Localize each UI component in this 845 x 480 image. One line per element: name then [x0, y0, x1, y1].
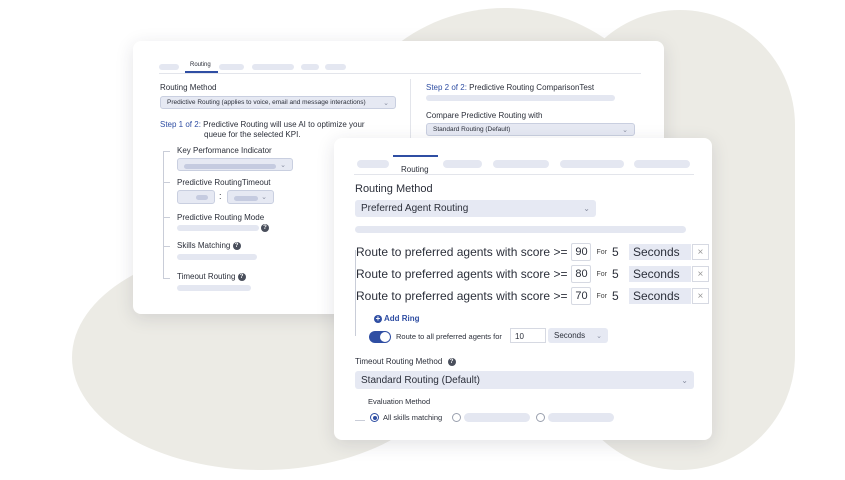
timeout-separator: : [219, 191, 222, 201]
step2-placeholder [426, 95, 615, 101]
timeout-method-label: Timeout Routing Method ? [355, 357, 456, 366]
tab-placeholder-5[interactable] [634, 160, 690, 168]
tab-routing[interactable]: Routing [401, 165, 429, 174]
add-ring-button[interactable]: + Add Ring [374, 314, 419, 323]
routing-method-label: Routing Method [355, 183, 433, 195]
ring-for-label: For [596, 292, 607, 300]
route-all-label: Route to all preferred agents for [396, 332, 502, 341]
routing-method-label: Routing Method [160, 83, 217, 92]
routing-method-select[interactable]: Preferred Agent Routing ⌄ [355, 200, 596, 217]
ring-score-input[interactable]: 80 [571, 265, 592, 283]
route-all-toggle[interactable] [369, 331, 391, 343]
eval-option-2-placeholder [464, 413, 530, 422]
close-icon[interactable]: × [691, 288, 709, 304]
question-icon[interactable]: ? [261, 224, 269, 232]
tab-placeholder-1[interactable] [159, 64, 179, 70]
ring-unit-select[interactable]: Seconds [628, 244, 691, 260]
mode-label: Predictive Routing Mode [177, 213, 265, 222]
step1-line2: queue for the selected KPI. [204, 130, 301, 139]
step1-text: Step 1 of 2: Predictive Routing will use… [160, 120, 365, 130]
ring-score-input[interactable]: 90 [571, 243, 592, 261]
columns-divider [410, 79, 411, 139]
preferred-agent-routing-card: Routing Routing Method Preferred Agent R… [334, 138, 712, 440]
skills-label: Skills Matching ? [177, 241, 241, 250]
routing-description-placeholder [355, 226, 686, 233]
tab-routing[interactable]: Routing [190, 62, 211, 68]
routing-method-value: Predictive Routing (applies to voice, em… [167, 99, 366, 106]
tabs-divider [159, 73, 641, 74]
mode-select[interactable] [177, 225, 259, 231]
ring-row: Route to preferred agents with score >= … [356, 287, 709, 305]
tab-placeholder-2[interactable] [443, 160, 482, 168]
ring-label: Route to preferred agents with score >= [356, 289, 568, 303]
ring-label: Route to preferred agents with score >= [356, 267, 568, 281]
tab-placeholder-4[interactable] [560, 160, 624, 168]
ring-for-label: For [596, 248, 607, 256]
chevron-down-icon: ⌄ [681, 375, 688, 385]
ring-for-label: For [596, 270, 607, 278]
tab-active-indicator [393, 155, 438, 157]
compare-value: Standard Routing (Default) [433, 126, 511, 133]
chevron-down-icon: ⌄ [280, 161, 286, 169]
timeout-hours-input[interactable] [177, 190, 215, 204]
ring-row: Route to preferred agents with score >= … [356, 265, 709, 283]
ring-unit-select[interactable]: Seconds [628, 288, 691, 304]
question-icon[interactable]: ? [447, 357, 456, 366]
chevron-down-icon: ⌄ [583, 204, 590, 213]
timeout-routing-label: Timeout Routing ? [177, 272, 246, 281]
question-icon[interactable]: ? [232, 241, 241, 250]
route-all-unit-select[interactable]: Seconds ⌄ [548, 328, 608, 343]
timeout-method-select[interactable]: Standard Routing (Default) ⌄ [355, 371, 694, 389]
ring-label: Route to preferred agents with score >= [356, 245, 568, 259]
step2-text: Step 2 of 2: Predictive Routing Comparis… [426, 83, 594, 92]
step1-prefix: Step 1 of 2: [160, 120, 201, 129]
timeout-routing-select[interactable] [177, 285, 251, 291]
eval-option-3-placeholder [548, 413, 614, 422]
compare-select[interactable]: Standard Routing (Default) ⌄ [426, 123, 635, 136]
kpi-value-placeholder [184, 163, 276, 169]
eval-option-3-radio[interactable] [536, 413, 545, 422]
eval-option-2-radio[interactable] [452, 413, 461, 422]
question-icon[interactable]: ? [237, 272, 246, 281]
chevron-down-icon: ⌄ [622, 126, 628, 134]
chevron-down-icon: ⌄ [596, 332, 602, 340]
close-icon[interactable]: × [691, 266, 709, 282]
tab-placeholder-4[interactable] [301, 64, 319, 70]
step2-prefix: Step 2 of 2: [426, 83, 467, 92]
chevron-down-icon: ⌄ [261, 194, 267, 201]
chevron-down-icon: ⌄ [383, 99, 389, 107]
kpi-select[interactable]: ⌄ [177, 158, 293, 171]
tree-line-back [163, 151, 164, 279]
step1-line1: Predictive Routing will use AI to optimi… [203, 120, 365, 129]
compare-label: Compare Predictive Routing with [426, 111, 543, 120]
skills-select[interactable] [177, 254, 257, 260]
evaluation-label: Evaluation Method [368, 397, 431, 406]
route-all-input[interactable]: 10 [510, 328, 546, 343]
timeout-minutes-select[interactable]: ⌄ [227, 190, 274, 204]
ring-duration-input[interactable]: 5 [612, 245, 624, 259]
ring-score-input[interactable]: 70 [571, 287, 592, 305]
ring-duration-input[interactable]: 5 [612, 267, 624, 281]
tab-placeholder-3[interactable] [493, 160, 549, 168]
tab-placeholder-5[interactable] [325, 64, 346, 70]
tab-placeholder-2[interactable] [219, 64, 244, 70]
tabs-divider [354, 174, 694, 175]
timeout-label: Predictive RoutingTimeout [177, 178, 271, 187]
routing-method-value: Preferred Agent Routing [361, 203, 469, 214]
ring-row: Route to preferred agents with score >= … [356, 243, 709, 261]
timeout-method-value: Standard Routing (Default) [361, 374, 480, 386]
routing-method-select[interactable]: Predictive Routing (applies to voice, em… [160, 96, 396, 109]
kpi-label: Key Performance Indicator [177, 146, 272, 155]
close-icon[interactable]: × [691, 244, 709, 260]
step2-title: Predictive Routing ComparisonTest [469, 83, 595, 92]
ring-unit-select[interactable]: Seconds [628, 266, 691, 282]
tab-placeholder-3[interactable] [252, 64, 294, 70]
tab-placeholder-1[interactable] [357, 160, 389, 168]
eval-option-all-skills-label: All skills matching [383, 413, 443, 422]
plus-icon: + [374, 313, 382, 323]
ring-duration-input[interactable]: 5 [612, 289, 624, 303]
eval-option-all-skills-radio[interactable] [370, 413, 379, 422]
